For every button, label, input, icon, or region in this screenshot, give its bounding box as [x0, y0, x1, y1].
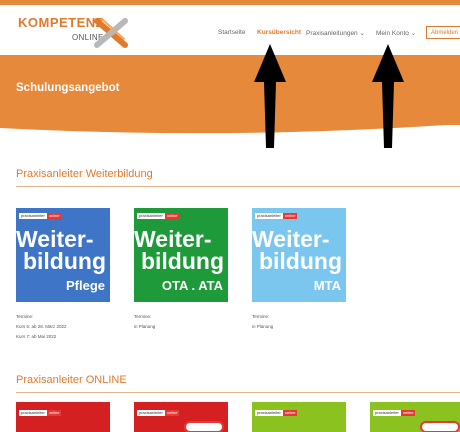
course-tile-ota-ata[interactable]: praxisanleiter online Weiter- bildung OT…: [134, 208, 228, 302]
tile-badge: praxisanleiter online: [373, 410, 416, 416]
logo-text-top: KOMPETENZ: [18, 15, 105, 30]
tile-word-3: OTA . ATA: [161, 278, 223, 293]
section-divider: [16, 186, 460, 187]
tile-badge: praxisanleiter online: [137, 213, 180, 219]
tile-stamp: [420, 421, 460, 432]
section-divider: [16, 392, 460, 393]
site-logo[interactable]: KOMPETENZ ONLINE: [16, 15, 128, 51]
nav-kursuebersicht[interactable]: Kursübersicht: [257, 29, 301, 36]
section-title-weiterbildung: Praxisanleiter Weiterbildung: [16, 168, 153, 180]
x-logo-icon: [94, 18, 128, 48]
course-tile-mta[interactable]: praxisanleiter online Weiter- bildung MT…: [252, 208, 346, 302]
tile-word-3: MTA: [313, 278, 341, 293]
nav-praxisanleitungen[interactable]: Praxisanleitungen ⌄: [306, 29, 365, 37]
tile-word-2: bildung: [258, 248, 342, 274]
tile-badge: praxisanleiter online: [19, 213, 62, 219]
tile-badge: praxisanleiter online: [255, 213, 298, 219]
tile-word-1: Weiter-: [252, 226, 330, 252]
tile-word-1: Weiter-: [16, 226, 94, 252]
course-tile-pflege[interactable]: praxisanleiter online Weiter- bildung Pf…: [16, 208, 110, 302]
course-caption-pflege: Termine: Kurs 6: ab 28. März 2022 Kurs 7…: [16, 314, 67, 339]
nav-mein-konto[interactable]: Mein Konto ⌄: [376, 29, 416, 37]
online-course-tile[interactable]: praxisanleiter online: [134, 402, 228, 432]
logout-button[interactable]: Abmelden: [426, 26, 460, 39]
tile-word-3: Pflege: [65, 278, 105, 293]
course-caption-mta: Termine: in Planung: [252, 314, 274, 329]
tile-badge: praxisanleiter online: [137, 410, 180, 416]
page-title: Schulungsangebot: [16, 82, 120, 94]
section-title-online: Praxisanleiter ONLINE: [16, 374, 127, 386]
tile-word-1: Weiter-: [134, 226, 212, 252]
arrow-up-icon: [254, 44, 286, 148]
arrow-up-icon: [372, 44, 404, 148]
online-course-tile[interactable]: praxisanleiter online: [252, 402, 346, 432]
tile-badge: praxisanleiter online: [255, 410, 298, 416]
tile-badge: praxisanleiter online: [19, 410, 62, 416]
tile-word-2: bildung: [22, 248, 106, 274]
course-caption-ota-ata: Termine: in Planung: [134, 314, 156, 329]
online-course-tile[interactable]: praxisanleiter online: [16, 402, 110, 432]
tile-word-2: bildung: [140, 248, 224, 274]
online-course-tile[interactable]: praxisanleiter online: [370, 402, 460, 432]
nav-startseite[interactable]: Startseite: [218, 29, 245, 36]
tile-stamp: [184, 421, 224, 432]
